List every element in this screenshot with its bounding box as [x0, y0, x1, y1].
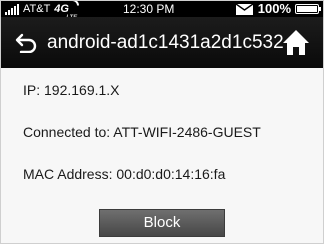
app-screen: AT&T 4G LTE 12:30 PM 100% android-ad1c14…	[0, 0, 324, 244]
battery-icon	[295, 4, 321, 14]
carrier-label: AT&T	[23, 3, 51, 15]
status-left: AT&T 4G LTE	[5, 1, 82, 21]
envelope-icon	[235, 3, 253, 15]
connected-network-text: Connected to: ATT-WIFI-2486-GUEST	[23, 124, 261, 140]
status-bar: AT&T 4G LTE 12:30 PM 100%	[1, 1, 323, 21]
status-right: 100%	[235, 1, 321, 17]
network-badge: 4G LTE	[54, 1, 82, 21]
status-time: 12:30 PM	[123, 2, 175, 16]
page-title: android-ad1c1431a2d1c532	[47, 32, 284, 53]
title-bar: android-ad1c1431a2d1c532	[1, 17, 323, 68]
mac-address-text: MAC Address: 00:d0:d0:14:16:fa	[23, 166, 226, 182]
block-button[interactable]: Block	[99, 209, 225, 237]
home-icon[interactable]	[281, 27, 311, 57]
back-arrow-icon[interactable]	[15, 33, 37, 53]
battery-percent: 100%	[257, 1, 291, 16]
ip-address-text: IP: 192.169.1.X	[23, 82, 120, 98]
battery-fill	[297, 6, 317, 12]
signal-bars-icon	[5, 3, 20, 15]
device-details: IP: 192.169.1.X Connected to: ATT-WIFI-2…	[1, 68, 323, 243]
